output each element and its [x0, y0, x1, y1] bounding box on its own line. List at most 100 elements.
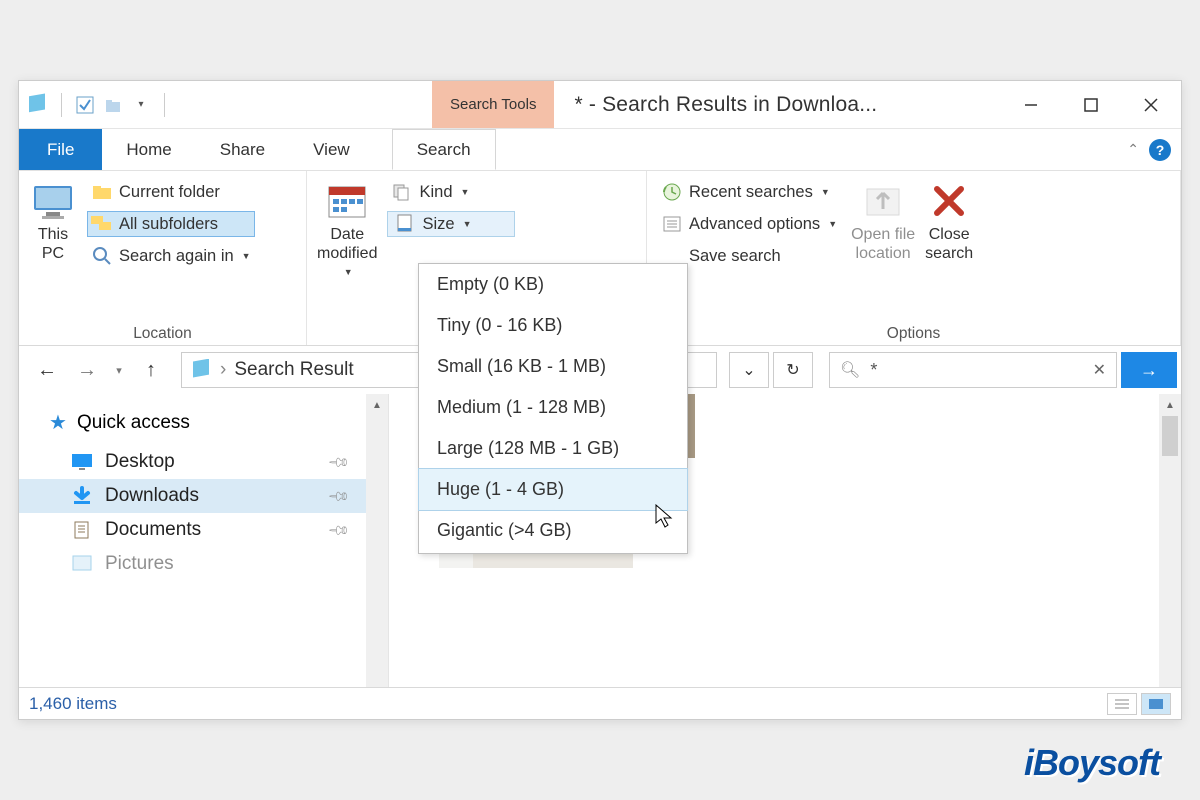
monitor-icon — [29, 181, 77, 221]
calendar-icon — [323, 181, 371, 221]
search-icon — [91, 245, 113, 267]
page-icon — [394, 213, 416, 235]
help-icon[interactable]: ? — [1149, 139, 1171, 161]
pictures-icon — [71, 554, 93, 574]
separator — [164, 93, 165, 117]
status-item-count: 1,460 items — [29, 694, 117, 714]
sidebar-item-documents[interactable]: Documents 📌︎ — [19, 513, 388, 547]
size-button[interactable]: Size ▼ — [387, 211, 514, 237]
close-icon — [925, 181, 973, 221]
search-again-in-button[interactable]: Search again in ▼ — [87, 243, 255, 269]
size-option-tiny[interactable]: Tiny (0 - 16 KB) — [419, 305, 687, 346]
group-label-options: Options — [657, 323, 1170, 343]
pin-icon: 📌︎ — [327, 484, 352, 509]
quick-access-header[interactable]: ★ Quick access — [19, 400, 388, 445]
date-modified-button[interactable]: Date modified▼ — [317, 177, 377, 278]
history-dropdown-button[interactable]: ▾ — [109, 352, 129, 388]
forward-button[interactable]: → — [69, 352, 105, 388]
all-subfolders-button[interactable]: All subfolders — [87, 211, 255, 237]
tab-share[interactable]: Share — [196, 129, 289, 170]
app-icon — [25, 93, 49, 117]
search-go-button[interactable]: → — [1121, 352, 1177, 388]
sidebar-item-pictures[interactable]: Pictures — [19, 547, 388, 581]
back-button[interactable]: ← — [29, 352, 65, 388]
desktop-icon — [71, 452, 93, 472]
qat-customize-icon[interactable]: ▾ — [130, 94, 152, 116]
current-folder-button[interactable]: Current folder — [87, 179, 255, 205]
size-option-small[interactable]: Small (16 KB - 1 MB) — [419, 346, 687, 387]
mouse-cursor-icon — [655, 504, 675, 530]
size-filter-menu: Empty (0 KB) Tiny (0 - 16 KB) Small (16 … — [418, 263, 688, 554]
kind-button[interactable]: Kind ▼ — [387, 179, 514, 205]
list-icon — [661, 213, 683, 235]
ribbon-group-location: This PC Current folder All subfolders Se… — [19, 171, 307, 345]
close-search-button[interactable]: Close search — [925, 177, 973, 263]
separator — [61, 93, 62, 117]
star-icon: ★ — [49, 410, 67, 435]
navigation-pane: ▲ ★ Quick access Desktop 📌︎ Downloads 📌︎… — [19, 394, 389, 687]
size-option-large[interactable]: Large (128 MB - 1 GB) — [419, 428, 687, 469]
close-button[interactable] — [1121, 81, 1181, 128]
tab-search[interactable]: Search — [392, 129, 496, 170]
documents-icon — [71, 520, 93, 540]
this-pc-label: This PC — [38, 225, 68, 263]
chevron-down-icon: ▼ — [828, 219, 837, 229]
quick-access-toolbar: ▾ — [19, 81, 177, 128]
size-option-medium[interactable]: Medium (1 - 128 MB) — [419, 387, 687, 428]
maximize-button[interactable] — [1061, 81, 1121, 128]
this-pc-button[interactable]: This PC — [29, 177, 77, 263]
tab-file[interactable]: File — [19, 129, 102, 170]
open-file-location-label: Open file location — [851, 225, 915, 263]
minimize-button[interactable] — [1001, 81, 1061, 128]
kind-icon — [391, 181, 413, 203]
open-file-location-button[interactable]: Open file location — [851, 177, 915, 263]
thumbnails-view-button[interactable] — [1141, 693, 1171, 715]
subfolders-icon — [91, 213, 113, 235]
titlebar: ▾ Search Tools * - Search Results in Dow… — [19, 81, 1181, 129]
contextual-tab-search-tools: Search Tools — [432, 81, 554, 128]
tab-home[interactable]: Home — [102, 129, 195, 170]
location-icon — [190, 359, 212, 381]
clear-search-icon[interactable]: ✕ — [1093, 360, 1106, 380]
properties-icon[interactable] — [74, 94, 96, 116]
file-location-icon — [859, 181, 907, 221]
search-input[interactable]: 🔍︎ * ✕ — [829, 352, 1117, 388]
sidebar-item-downloads[interactable]: Downloads 📌︎ — [19, 479, 388, 513]
folder-icon — [91, 181, 113, 203]
status-bar: 1,460 items — [19, 687, 1181, 719]
sidebar-scrollbar[interactable]: ▲ — [366, 394, 388, 687]
group-label-location: Location — [29, 323, 296, 343]
pin-icon: 📌︎ — [327, 450, 352, 475]
window-controls — [1001, 81, 1181, 128]
close-search-label: Close search — [925, 225, 973, 263]
address-dropdown-button[interactable]: ⌄ — [729, 352, 769, 388]
search-icon: 🔍︎ — [840, 360, 860, 380]
search-query-text: * — [870, 360, 877, 381]
ribbon-tabs: File Home Share View Search ⌃ ? — [19, 129, 1181, 171]
recent-icon — [661, 181, 683, 203]
chevron-down-icon: ▼ — [242, 251, 251, 261]
recent-searches-button[interactable]: Recent searches ▼ — [657, 179, 841, 205]
new-folder-icon[interactable] — [102, 94, 124, 116]
up-button[interactable]: ↑ — [133, 352, 169, 388]
tab-view[interactable]: View — [289, 129, 374, 170]
main-scrollbar[interactable]: ▲ — [1159, 394, 1181, 687]
collapse-ribbon-icon[interactable]: ⌃ — [1127, 141, 1139, 158]
downloads-icon — [71, 486, 93, 506]
window-title: * - Search Results in Downloa... — [554, 81, 1001, 128]
advanced-options-button[interactable]: Advanced options ▼ — [657, 211, 841, 237]
sidebar-item-desktop[interactable]: Desktop 📌︎ — [19, 445, 388, 479]
size-option-huge[interactable]: Huge (1 - 4 GB) — [418, 468, 688, 511]
pin-icon: 📌︎ — [327, 518, 352, 543]
size-option-empty[interactable]: Empty (0 KB) — [419, 264, 687, 305]
details-view-button[interactable] — [1107, 693, 1137, 715]
refresh-button[interactable]: ↻ — [773, 352, 813, 388]
date-modified-label: Date modified — [317, 225, 377, 263]
ribbon-group-options: Recent searches ▼ Advanced options ▼ Sav… — [647, 171, 1181, 345]
chevron-down-icon: ▼ — [463, 219, 472, 229]
breadcrumb-text: Search Result — [234, 359, 353, 381]
watermark: iBoysoft — [1024, 742, 1160, 784]
chevron-down-icon: ▼ — [821, 187, 830, 197]
size-option-gigantic[interactable]: Gigantic (>4 GB) — [419, 510, 687, 551]
chevron-down-icon: ▼ — [461, 187, 470, 197]
